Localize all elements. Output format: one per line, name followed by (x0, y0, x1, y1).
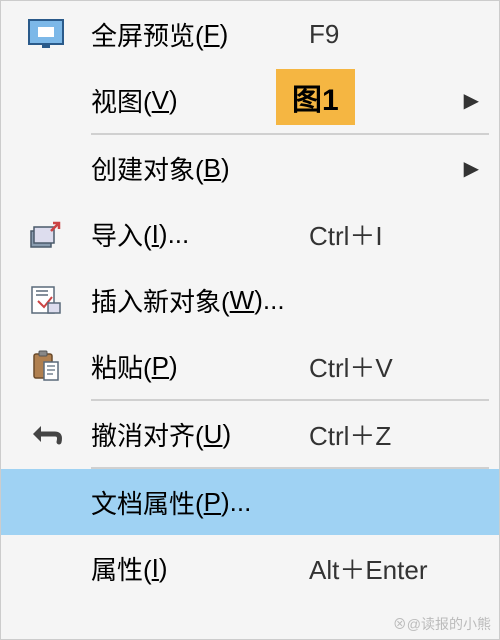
fullscreen-icon (1, 19, 91, 49)
menu-item-view[interactable]: 视图(V) ▶ (1, 67, 499, 133)
menu-shortcut: Ctrl＋I (309, 216, 449, 253)
submenu-arrow-icon: ▶ (449, 156, 479, 181)
menu-item-undo-align[interactable]: 撤消对齐(U) Ctrl＋Z (1, 401, 499, 467)
menu-label: 文档属性(P)... (91, 484, 309, 521)
import-icon (1, 219, 91, 249)
menu-label: 创建对象(B) (91, 150, 309, 187)
menu-item-import[interactable]: 导入(I)... Ctrl＋I (1, 201, 499, 267)
menu-label: 插入新对象(W)... (91, 282, 309, 319)
annotation-badge: 图1 (276, 69, 355, 125)
menu-item-insert-object[interactable]: 插入新对象(W)... (1, 267, 499, 333)
menu-item-create-object[interactable]: 创建对象(B) ▶ (1, 135, 499, 201)
menu-shortcut: Alt＋Enter (309, 550, 449, 587)
undo-icon (1, 420, 91, 448)
menu-label: 导入(I)... (91, 216, 309, 253)
menu-item-document-properties[interactable]: 文档属性(P)... (1, 469, 499, 535)
menu-shortcut: Ctrl＋V (309, 348, 449, 385)
context-menu: 全屏预览(F) F9 视图(V) ▶ 创建对象(B) ▶ 导入(I)... (1, 1, 499, 639)
submenu-arrow-icon: ▶ (449, 88, 479, 113)
menu-shortcut: F9 (309, 19, 449, 50)
paste-icon (1, 350, 91, 382)
menu-shortcut: Ctrl＋Z (309, 416, 449, 453)
menu-label: 全屏预览(F) (91, 16, 309, 53)
watermark: ⊗@读报的小熊 (393, 614, 491, 634)
menu-item-properties[interactable]: 属性(I) Alt＋Enter (1, 535, 499, 601)
menu-label: 粘贴(P) (91, 348, 309, 385)
insert-object-icon (1, 285, 91, 315)
menu-label: 撤消对齐(U) (91, 416, 309, 453)
menu-label: 属性(I) (91, 550, 309, 587)
menu-item-paste[interactable]: 粘贴(P) Ctrl＋V (1, 333, 499, 399)
menu-item-fullscreen-preview[interactable]: 全屏预览(F) F9 (1, 1, 499, 67)
